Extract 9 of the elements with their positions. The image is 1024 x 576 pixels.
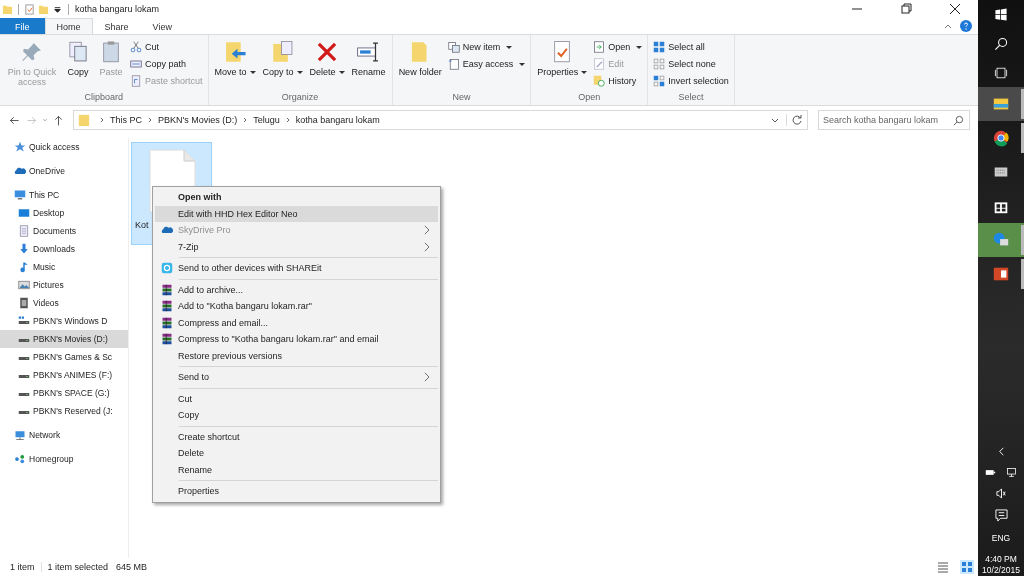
status-text: 645 MB (116, 562, 148, 572)
window-title: kotha bangaru lokam (75, 4, 160, 14)
group-label: Select (677, 92, 705, 104)
group-label: New (451, 92, 472, 104)
group-label: Organize (280, 92, 320, 104)
group-label: Open (577, 92, 602, 104)
group-label: Clipboard (83, 92, 125, 104)
status-text: 1 item (10, 562, 35, 572)
status-text: 1 item selected (47, 562, 109, 572)
